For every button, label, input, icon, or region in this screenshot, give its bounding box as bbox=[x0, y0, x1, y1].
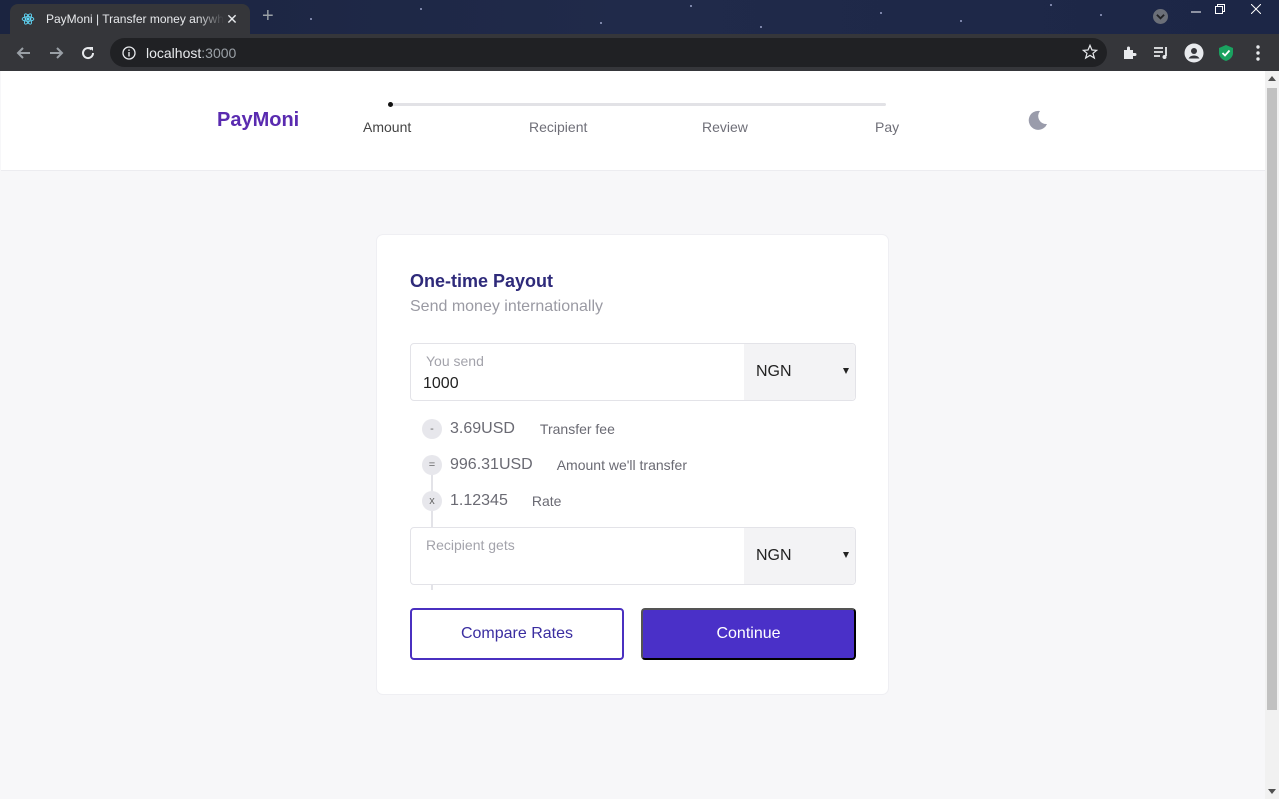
chevron-down-icon bbox=[843, 368, 849, 374]
send-label: You send bbox=[426, 353, 484, 369]
recipient-amount-field: Recipient gets NGN bbox=[410, 527, 856, 585]
address-bar[interactable]: localhost:3000 bbox=[110, 38, 1107, 67]
compare-rates-button[interactable]: Compare Rates bbox=[410, 608, 624, 660]
profile-icon[interactable] bbox=[1182, 41, 1206, 65]
step-recipient: Recipient bbox=[529, 119, 588, 135]
transfer-label: Amount we'll transfer bbox=[556, 457, 687, 473]
back-icon[interactable] bbox=[12, 41, 36, 65]
reload-icon[interactable] bbox=[76, 41, 100, 65]
multiply-icon: x bbox=[422, 491, 442, 511]
moon-icon[interactable] bbox=[1025, 108, 1049, 132]
tab-search-button[interactable] bbox=[1153, 9, 1168, 24]
card-title: One-time Payout bbox=[410, 271, 554, 291]
equals-icon: = bbox=[422, 455, 442, 475]
forward-icon[interactable] bbox=[44, 41, 68, 65]
browser-toolbar: localhost:3000 bbox=[0, 34, 1279, 71]
rate-value: 1.12345 bbox=[450, 492, 508, 509]
url-text: localhost:3000 bbox=[146, 44, 237, 61]
browser-tab-strip: PayMoni | Transfer money anywhere ✕ + bbox=[0, 0, 1279, 34]
react-icon bbox=[20, 11, 36, 27]
breakdown-row-fee: - 3.69USD Transfer fee bbox=[422, 419, 615, 439]
send-amount-input[interactable] bbox=[423, 375, 723, 393]
extensions-icon[interactable] bbox=[1118, 41, 1142, 65]
minus-icon: - bbox=[422, 419, 442, 439]
recipient-amount-input[interactable] bbox=[423, 559, 723, 577]
chevron-down-icon bbox=[843, 552, 849, 558]
step-pay: Pay bbox=[875, 119, 900, 135]
page-scrollbar[interactable] bbox=[1265, 71, 1279, 799]
recipient-label: Recipient gets bbox=[426, 537, 515, 553]
payout-card: One-time Payout Send money international… bbox=[377, 235, 888, 694]
fee-amount: 3.69USD bbox=[450, 420, 515, 437]
scroll-up-icon[interactable] bbox=[1268, 76, 1276, 81]
step-amount: Amount bbox=[363, 119, 412, 135]
send-currency-value: NGN bbox=[756, 363, 792, 380]
rate-label: Rate bbox=[531, 493, 562, 509]
tab-title: PayMoni | Transfer money anywhere bbox=[46, 12, 224, 26]
browser-tab[interactable]: PayMoni | Transfer money anywhere ✕ bbox=[10, 4, 250, 34]
app-header: PayMoni Amount Recipient Review Pay bbox=[1, 71, 1265, 171]
send-amount-field: You send NGN bbox=[410, 343, 856, 401]
progress-indicator bbox=[388, 102, 393, 107]
scroll-down-icon[interactable] bbox=[1268, 789, 1276, 794]
continue-button[interactable]: Continue bbox=[641, 608, 856, 660]
info-icon[interactable] bbox=[122, 45, 136, 60]
fee-label: Transfer fee bbox=[539, 421, 615, 437]
recipient-currency-select[interactable]: NGN bbox=[744, 528, 855, 584]
recipient-currency-value: NGN bbox=[756, 547, 792, 564]
star-icon[interactable] bbox=[1081, 43, 1099, 65]
chevron-down-icon bbox=[1156, 14, 1165, 20]
send-currency-select[interactable]: NGN bbox=[744, 344, 855, 400]
restore-button[interactable] bbox=[1207, 0, 1233, 18]
step-review: Review bbox=[702, 119, 748, 135]
transfer-amount: 996.31USD bbox=[450, 456, 533, 473]
logo[interactable]: PayMoni bbox=[217, 109, 299, 132]
plus-icon[interactable]: + bbox=[262, 6, 274, 26]
window-close-button[interactable] bbox=[1241, 0, 1271, 18]
shield-icon[interactable] bbox=[1214, 41, 1238, 65]
menu-icon[interactable] bbox=[1246, 41, 1270, 65]
media-icon[interactable] bbox=[1149, 41, 1173, 65]
breakdown-row-transfer: = 996.31USD Amount we'll transfer bbox=[422, 455, 687, 475]
minimize-button[interactable] bbox=[1183, 0, 1209, 18]
close-icon[interactable]: ✕ bbox=[224, 11, 240, 28]
progress-track bbox=[391, 103, 886, 106]
page-content: PayMoni Amount Recipient Review Pay One-… bbox=[1, 71, 1265, 799]
scrollbar-thumb[interactable] bbox=[1267, 88, 1277, 710]
breakdown-row-rate: x 1.12345 Rate bbox=[422, 491, 561, 511]
card-subtitle: Send money internationally bbox=[410, 298, 604, 315]
